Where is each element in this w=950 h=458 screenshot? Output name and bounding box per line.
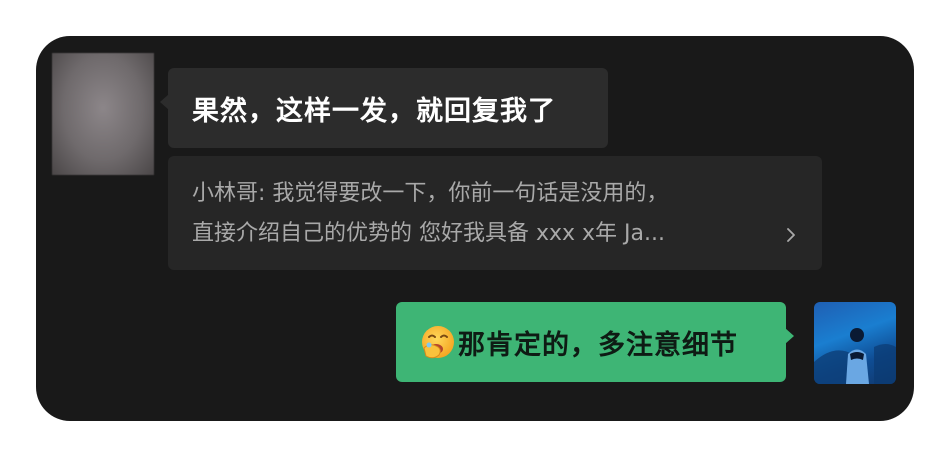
quote-line-2: 直接介绍自己的优势的 您好我具备 xxx x年 Ja... <box>192 221 666 246</box>
quote-line-1: 小林哥: 我觉得要改一下，你前一句话是没用的， <box>192 181 669 206</box>
chevron-right-icon[interactable] <box>784 228 798 242</box>
outgoing-message-bubble[interactable]: 那肯定的，多注意细节 <box>396 302 794 382</box>
quoted-message[interactable]: 小林哥: 我觉得要改一下，你前一句话是没用的， 直接介绍自己的优势的 您好我具备… <box>168 156 822 270</box>
incoming-message-text: 果然，这样一发，就回复我了 <box>192 95 556 127</box>
my-avatar[interactable] <box>814 302 896 384</box>
face-with-hand-over-mouth-emoji <box>422 326 454 359</box>
quote-line-2-row: 直接介绍自己的优势的 您好我具备 xxx x年 Ja... <box>192 214 798 254</box>
contact-avatar[interactable] <box>52 53 154 175</box>
person-silhouette-icon <box>814 328 896 384</box>
incoming-message-bubble[interactable]: 果然，这样一发，就回复我了 <box>160 68 608 148</box>
chat-window: 果然，这样一发，就回复我了 小林哥: 我觉得要改一下，你前一句话是没用的， 直接… <box>36 36 914 421</box>
outgoing-message-text: 那肯定的，多注意细节 <box>458 329 738 361</box>
